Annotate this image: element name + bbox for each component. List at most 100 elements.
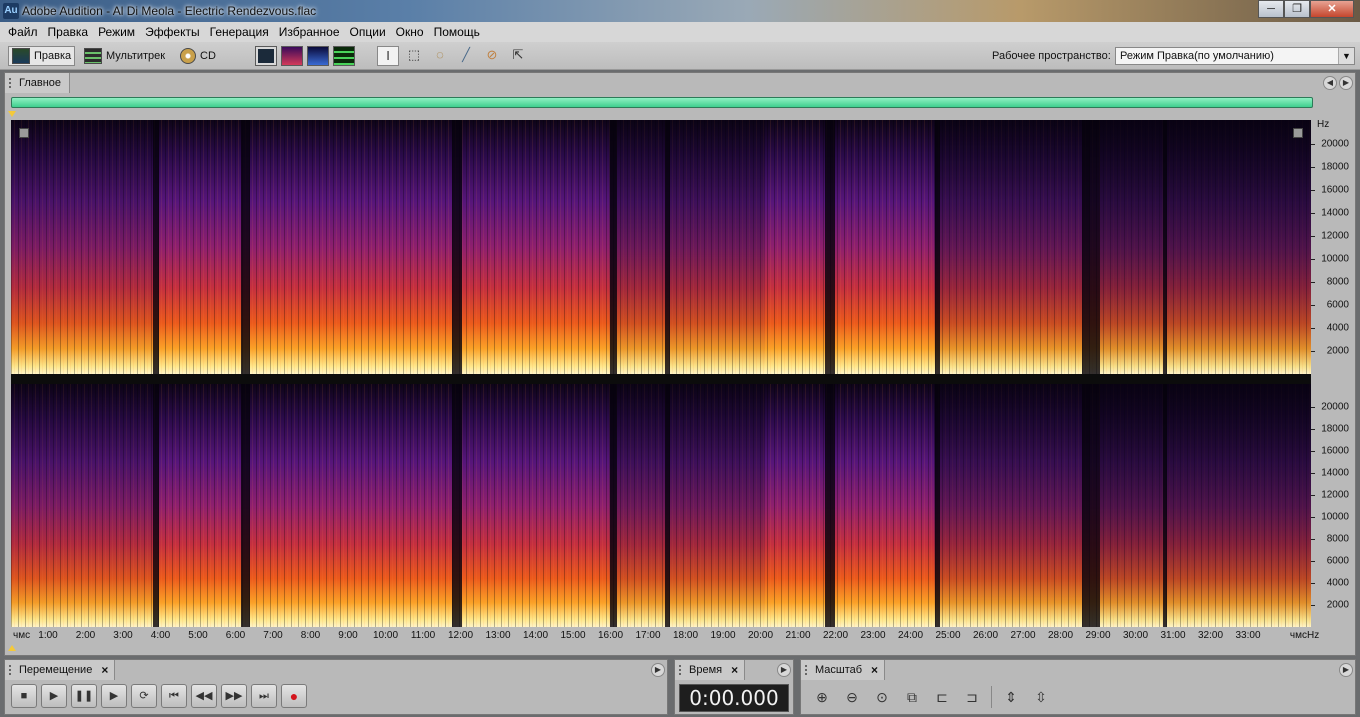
panel-expand-icon[interactable]: ▶ bbox=[777, 663, 791, 677]
menu-options[interactable]: Опции bbox=[346, 25, 390, 39]
frequency-tick-label: 12000 bbox=[1321, 230, 1349, 242]
time-tick-label: 6:00 bbox=[225, 630, 246, 641]
lasso-tool-icon[interactable]: ◌ bbox=[429, 46, 451, 66]
time-panel: Время × ▶ 0:00.000 bbox=[674, 659, 794, 715]
spectrogram-left-channel[interactable] bbox=[11, 120, 1311, 374]
go-to-start-icon: ⏮ bbox=[169, 690, 179, 702]
zoom-out-horizontal-icon[interactable]: ⊖ bbox=[841, 686, 863, 708]
pan-view-icon[interactable] bbox=[307, 46, 329, 66]
silence-gap bbox=[1082, 120, 1101, 374]
frequency-tick bbox=[1311, 560, 1315, 562]
zoom-panel: Масштаб × ▶ ⊕ ⊖ ⊙ ⧉ ⊏ ⊐ ⇕ ⇳ bbox=[800, 659, 1356, 715]
time-tick-label: 9:00 bbox=[338, 630, 358, 641]
menu-file[interactable]: Файл bbox=[4, 25, 42, 39]
close-window-button[interactable]: ✕ bbox=[1310, 0, 1354, 18]
frequency-tick-label: 2000 bbox=[1326, 345, 1349, 357]
menu-view-mode[interactable]: Режим bbox=[94, 25, 139, 39]
cd-mode-button[interactable]: CD bbox=[180, 46, 216, 66]
frequency-tick bbox=[1311, 281, 1315, 283]
time-tick-label: 15:00 bbox=[560, 630, 586, 641]
time-tick-label: 27:00 bbox=[1010, 630, 1036, 641]
silence-gap bbox=[1162, 384, 1167, 627]
time-tick-label: 5:00 bbox=[188, 630, 208, 641]
zoom-in-vertical-icon[interactable]: ⇕ bbox=[1000, 686, 1022, 708]
frequency-tick-label: 14000 bbox=[1321, 467, 1349, 479]
silence-gap bbox=[152, 384, 160, 627]
time-selection-tool-icon[interactable]: I bbox=[377, 46, 399, 66]
brush-tool-icon[interactable]: ╱ bbox=[455, 46, 477, 66]
workspace-label: Рабочее пространство: bbox=[992, 50, 1111, 62]
zoom-to-right-edge-icon[interactable]: ⊐ bbox=[961, 686, 983, 708]
menu-window[interactable]: Окно bbox=[392, 25, 428, 39]
record-button[interactable]: ● bbox=[281, 684, 307, 708]
close-tab-icon[interactable]: × bbox=[731, 660, 738, 680]
playhead-bottom-marker[interactable] bbox=[8, 645, 16, 651]
frequency-tick bbox=[1311, 428, 1315, 430]
spectral-view-icon[interactable] bbox=[281, 46, 303, 66]
spectrogram-right-channel[interactable] bbox=[11, 384, 1311, 627]
multitrack-icon bbox=[84, 48, 102, 64]
menu-help[interactable]: Помощь bbox=[430, 25, 484, 39]
fast-forward-button[interactable]: ▶▶ bbox=[221, 684, 247, 708]
waveform-view-icon[interactable] bbox=[255, 46, 277, 66]
corner-handle-right-icon[interactable] bbox=[1293, 128, 1303, 138]
time-tick-label: 31:00 bbox=[1160, 630, 1186, 641]
workspace-select[interactable]: Режим Правка(по умолчанию) ▼ bbox=[1115, 47, 1355, 65]
zoom-to-left-edge-icon[interactable]: ⊏ bbox=[931, 686, 953, 708]
minimize-button[interactable]: ─ bbox=[1258, 0, 1284, 18]
close-tab-icon[interactable]: × bbox=[871, 660, 878, 680]
time-tick-label: 18:00 bbox=[672, 630, 699, 641]
time-tick-label: 24:00 bbox=[897, 630, 924, 641]
edit-mode-button[interactable]: Правка bbox=[8, 46, 76, 66]
play-from-cursor-button[interactable]: ▶ bbox=[101, 684, 127, 708]
loop-button[interactable]: ⟳ bbox=[131, 684, 157, 708]
spectral-region bbox=[934, 384, 1090, 627]
tab-main[interactable]: Главное bbox=[5, 73, 71, 93]
zoom-in-horizontal-icon[interactable]: ⊕ bbox=[811, 686, 833, 708]
tab-zoom[interactable]: Масштаб × bbox=[801, 660, 886, 680]
play-button[interactable]: ▶ bbox=[41, 684, 67, 708]
frequency-tick bbox=[1311, 450, 1315, 452]
rewind-button[interactable]: ◀◀ bbox=[191, 684, 217, 708]
phase-view-icon[interactable] bbox=[333, 46, 355, 66]
menu-generate[interactable]: Генерация bbox=[206, 25, 273, 39]
panel-expand-icon[interactable]: ▶ bbox=[651, 663, 665, 677]
frequency-tick bbox=[1311, 516, 1315, 518]
go-to-start-button[interactable]: ⏮ bbox=[161, 684, 187, 708]
close-tab-icon[interactable]: × bbox=[101, 660, 108, 680]
zoom-full-icon[interactable]: ⊙ bbox=[871, 686, 893, 708]
playhead-top-marker[interactable] bbox=[8, 111, 16, 117]
frequency-tick bbox=[1311, 604, 1315, 606]
frequency-tick bbox=[1311, 235, 1315, 237]
scrub-tool-icon[interactable]: ⇱ bbox=[507, 46, 529, 66]
menu-edit[interactable]: Правка bbox=[44, 25, 93, 39]
tab-time[interactable]: Время × bbox=[675, 660, 746, 680]
pause-button[interactable]: ❚❚ bbox=[71, 684, 97, 708]
play-from-cursor-icon: ▶ bbox=[109, 690, 119, 702]
panel-expand-icon[interactable]: ▶ bbox=[1339, 663, 1353, 677]
window-controls: ─ ❐ ✕ bbox=[1258, 0, 1354, 18]
go-to-end-button[interactable]: ⏭ bbox=[251, 684, 277, 708]
time-unit-end: чмс bbox=[1289, 630, 1307, 641]
stop-button[interactable]: ■ bbox=[11, 684, 37, 708]
frequency-tick-label: 18000 bbox=[1321, 161, 1349, 173]
spot-healing-tool-icon[interactable]: ⊘ bbox=[481, 46, 503, 66]
menu-effects[interactable]: Эффекты bbox=[141, 25, 204, 39]
pause-icon: ❚❚ bbox=[74, 690, 94, 702]
marquee-tool-icon[interactable]: ⬚ bbox=[403, 46, 425, 66]
multitrack-mode-button[interactable]: Мультитрек bbox=[84, 46, 165, 66]
cd-icon bbox=[180, 48, 196, 64]
zoom-out-vertical-icon[interactable]: ⇳ bbox=[1030, 686, 1052, 708]
time-ruler[interactable]: чмс чмс 1:00 2:00 3:00 4:00 5:00 6:00 7:00 8:00… bbox=[11, 628, 1311, 644]
corner-handle-left-icon[interactable] bbox=[19, 128, 29, 138]
tab-transport[interactable]: Перемещение × bbox=[5, 660, 116, 680]
time-tick-label: 16:00 bbox=[597, 630, 624, 641]
panel-expand-icon[interactable]: ▶ bbox=[1339, 76, 1353, 90]
panel-grip-icon bbox=[679, 665, 682, 675]
overview-scrollbar[interactable] bbox=[11, 97, 1313, 108]
menu-favorites[interactable]: Избранное bbox=[275, 25, 344, 39]
panel-menu-icon[interactable]: ◀ bbox=[1323, 76, 1337, 90]
maximize-button[interactable]: ❐ bbox=[1284, 0, 1310, 18]
zoom-selection-icon[interactable]: ⧉ bbox=[901, 686, 923, 708]
silence-gap bbox=[610, 120, 617, 374]
